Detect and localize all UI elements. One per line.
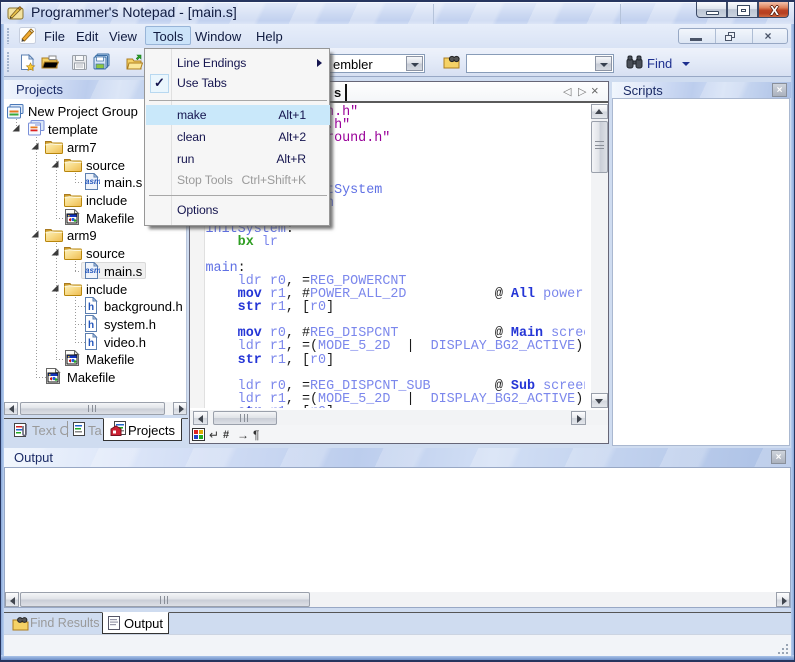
svg-text:asm: asm	[85, 177, 100, 186]
svg-text:h: h	[88, 320, 94, 331]
svg-text:asm: asm	[85, 266, 100, 275]
svg-text:h: h	[88, 302, 94, 313]
svg-text:h: h	[88, 338, 94, 349]
